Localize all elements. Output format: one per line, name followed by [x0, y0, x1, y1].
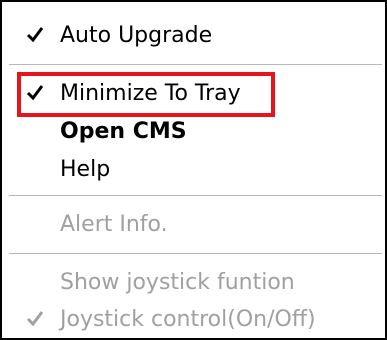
menu-item-label: Open CMS [60, 119, 187, 144]
menu-separator [9, 64, 382, 65]
menu-item-label: Alert Info. [60, 212, 168, 237]
menu-separator [9, 253, 382, 254]
menu-item-minimize-to-tray[interactable]: Minimize To Tray [2, 74, 385, 114]
menu-item-auto-upgrade[interactable]: Auto Upgrade [2, 16, 385, 56]
menu-item-show-joystick-function[interactable]: Show joystick funtion [2, 263, 385, 303]
check-icon [26, 27, 44, 43]
menu-item-label: Help [60, 157, 111, 182]
menu-item-label: Show joystick funtion [60, 270, 295, 295]
check-icon [26, 311, 44, 327]
menu-separator [9, 195, 382, 196]
context-menu: Auto Upgrade Minimize To Tray Open CMS H… [0, 0, 387, 340]
menu-item-joystick-control[interactable]: Joystick control(On/Off) [2, 300, 385, 340]
menu-item-alert-info[interactable]: Alert Info. [2, 205, 385, 245]
menu-item-label: Auto Upgrade [60, 23, 213, 48]
menu-item-help[interactable]: Help [2, 150, 385, 190]
menu-item-label: Minimize To Tray [60, 81, 241, 106]
menu-item-label: Joystick control(On/Off) [60, 307, 316, 332]
menu-item-open-cms[interactable]: Open CMS [2, 112, 385, 152]
check-icon [26, 85, 44, 101]
